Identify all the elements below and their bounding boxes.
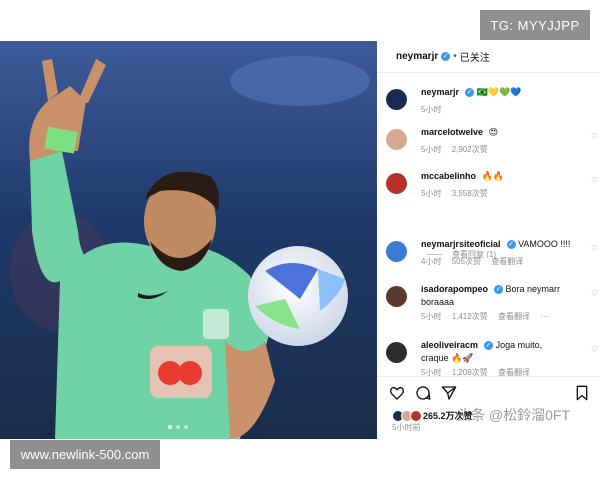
bookmark-icon[interactable] xyxy=(574,385,590,401)
neymar-photo-illustration xyxy=(0,41,377,439)
comment-time: 4小时 xyxy=(421,257,442,266)
comment-like-heart-icon[interactable]: ♡ xyxy=(591,345,598,354)
comment-text: 😍 xyxy=(488,127,498,137)
comment-like-heart-icon[interactable]: ♡ xyxy=(591,244,598,253)
comment-body: isadorapompeo ✓ Bora neymarr boraaaa xyxy=(421,283,571,309)
comment-meta: 5小时 3,558次赞 xyxy=(421,188,496,199)
comment-body: aleoliveiracm ✓ Joga muito, craque 🔥🚀 xyxy=(421,339,571,365)
avatar[interactable] xyxy=(386,129,407,150)
comment-body: neymarjrsiteoficial ✓ VAMOOO !!!! xyxy=(421,238,571,251)
verified-badge-icon: ✓ xyxy=(506,240,516,250)
verified-badge-icon: ✓ xyxy=(465,88,475,98)
comment-meta: 5小时 2,902次赞 xyxy=(421,144,496,155)
avatar[interactable] xyxy=(386,89,407,110)
comment-like-heart-icon[interactable]: ♡ xyxy=(591,176,598,185)
comment-body: mccabelinho 🔥🔥 xyxy=(421,170,571,183)
website-watermark: www.newlink-500.com xyxy=(10,440,160,469)
avatar[interactable] xyxy=(386,286,407,307)
verified-badge-icon: ✓ xyxy=(484,341,494,351)
comment-text: VAMOOO !!!! xyxy=(518,239,571,249)
avatar[interactable] xyxy=(386,241,407,262)
post-author-name[interactable]: neymarjr xyxy=(396,51,438,62)
avatar xyxy=(410,409,422,422)
see-translation-link[interactable]: 查看翻译 xyxy=(498,368,530,376)
comment-username[interactable]: isadorapompeo xyxy=(421,284,488,294)
see-translation-link[interactable]: 查看翻译 xyxy=(491,257,523,266)
comment-text: 🔥🔥 xyxy=(481,171,504,181)
comment-likes[interactable]: 1,412次赞 xyxy=(452,312,488,321)
comment-meta: 5小时 1,412次赞 查看翻译 ··· xyxy=(421,311,556,322)
avatar[interactable] xyxy=(386,342,407,363)
comment-likes[interactable]: 505次赞 xyxy=(452,257,481,266)
liker-avatars xyxy=(392,409,422,422)
comment-time: 5小时 xyxy=(421,145,442,154)
comment-body: neymarjr ✓ 🇧🇷💛💚💙 xyxy=(421,86,571,99)
comment-meta: 4小时 505次赞 查看翻译 xyxy=(421,256,531,267)
carousel-dot[interactable] xyxy=(176,425,180,429)
post-actions: 265.2万次赞 5小时前 头条 @松鈴溜0FT xyxy=(377,376,600,440)
comment-like-heart-icon[interactable]: ♡ xyxy=(591,132,598,141)
comment-username[interactable]: neymarjrsiteoficial xyxy=(421,239,501,249)
post-photo[interactable] xyxy=(0,41,377,439)
carousel-dots[interactable] xyxy=(168,425,188,429)
replies-divider xyxy=(426,254,442,255)
send-icon[interactable] xyxy=(441,385,457,401)
post-time-ago: 5小时前 xyxy=(392,423,421,432)
comment-icon[interactable] xyxy=(415,385,431,401)
comment-time: 5小时 xyxy=(421,189,442,198)
comment-likes[interactable]: 1,208次赞 xyxy=(452,368,488,376)
comment-time: 5小时 xyxy=(421,312,442,321)
comment-text: 🇧🇷💛💚💙 xyxy=(476,87,522,97)
post-header: neymarjr ✓ • 已关注 xyxy=(377,41,600,73)
author-watermark: 头条 @松鈴溜0FT xyxy=(457,407,570,423)
follow-status[interactable]: 已关注 xyxy=(460,49,490,64)
carousel-dot[interactable] xyxy=(168,425,172,429)
comment-meta: 5小时 1,208次赞 查看翻译 xyxy=(421,367,538,376)
verified-badge-icon: ✓ xyxy=(441,52,451,61)
avatar[interactable] xyxy=(386,173,407,194)
see-translation-link[interactable]: 查看翻译 xyxy=(498,312,530,321)
carousel-dot[interactable] xyxy=(184,425,188,429)
comment-like-heart-icon[interactable]: ♡ xyxy=(591,289,598,298)
comment-meta: 5小时 xyxy=(421,104,449,115)
comment-likes[interactable]: 2,902次赞 xyxy=(452,145,488,154)
comment-list[interactable]: neymarjr ✓ 🇧🇷💛💚💙 5小时 marcelotwelve 😍 5小时 … xyxy=(377,79,600,376)
comment-body: marcelotwelve 😍 xyxy=(421,126,571,139)
comment-time: 5小时 xyxy=(421,368,442,376)
comment-username[interactable]: marcelotwelve xyxy=(421,127,483,137)
comment-username[interactable]: neymarjr xyxy=(421,87,459,97)
more-options-icon[interactable]: ··· xyxy=(540,312,548,321)
comment-username[interactable]: aleoliveiracm xyxy=(421,340,478,350)
telegram-watermark: TG: MYYJJPP xyxy=(480,10,590,40)
comment-time: 5小时 xyxy=(421,105,442,114)
comment-username[interactable]: mccabelinho xyxy=(421,171,476,181)
post-panel: neymarjr ✓ • 已关注 neymarjr ✓ 🇧🇷💛💚💙 5小时 mar… xyxy=(377,41,600,439)
separator-dot: • xyxy=(453,51,457,62)
verified-badge-icon: ✓ xyxy=(494,285,504,295)
heart-icon[interactable] xyxy=(389,385,405,401)
comment-likes[interactable]: 3,558次赞 xyxy=(452,189,488,198)
